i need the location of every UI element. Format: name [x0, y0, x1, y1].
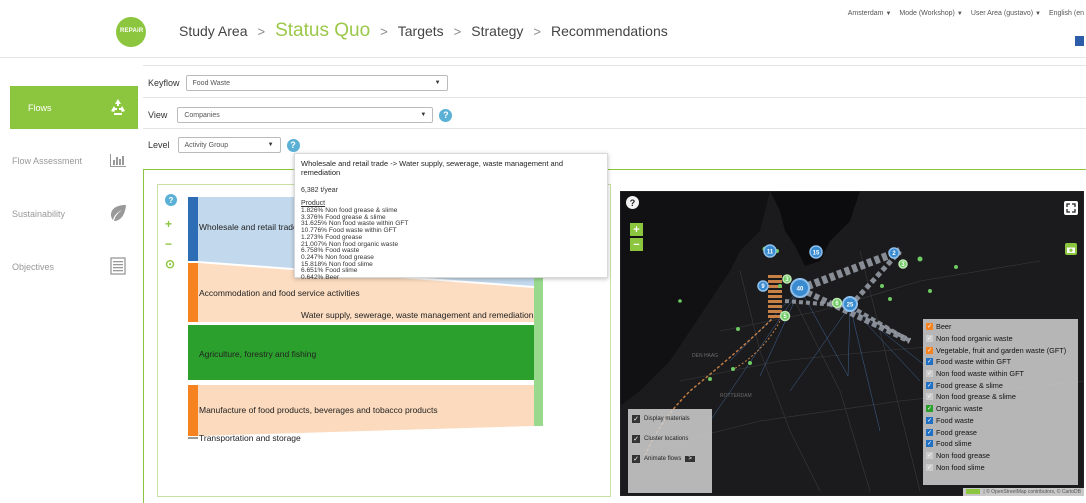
checkbox-checked-icon[interactable]: ✓ [926, 335, 933, 343]
checkbox-checked-icon[interactable]: ✓ [926, 428, 933, 436]
checkbox-checked-icon[interactable]: ✓ [632, 435, 640, 443]
legend-label: Food grease & slime [936, 380, 1003, 390]
legend-label: Food grease [936, 427, 977, 437]
legend-item[interactable]: ✓ Food waste [926, 415, 1075, 427]
flow-map[interactable]: 40 25 11 15 2 6 5 9 3 3 DEN HAAG ROTTERD… [620, 191, 1084, 496]
checkbox-checked-icon[interactable]: ✓ [926, 346, 933, 354]
legend-item[interactable]: ✓ Food slime [926, 438, 1075, 450]
legend-item[interactable]: ✓ Non food slime [926, 461, 1075, 473]
map-zoom-in-button[interactable]: + [630, 223, 643, 236]
sankey-node[interactable] [188, 385, 198, 436]
camera-icon[interactable] [1065, 243, 1077, 255]
attribution-text[interactable]: | © OpenStreetMap contributors, © CartoD… [983, 489, 1081, 495]
option-label: Animate flows [644, 456, 682, 462]
legend-label: Food slime [936, 439, 972, 449]
sankey-node[interactable] [188, 197, 198, 261]
sankey-node-label: Wholesale and retail trade [199, 222, 298, 232]
legend-item[interactable]: ✓ Vegetable, fruit and garden waste (GFT) [926, 344, 1075, 356]
checkbox-checked-icon[interactable]: ✓ [926, 381, 933, 389]
legend-label: Non food organic waste [936, 334, 1013, 344]
checkbox-checked-icon[interactable]: ✓ [926, 370, 933, 378]
checkbox-checked-icon[interactable]: ✓ [926, 405, 933, 413]
legend-label: Vegetable, fruit and garden waste (GFT) [936, 345, 1067, 355]
map-options-panel: ✓ Display materials ✓ Cluster locations … [628, 409, 712, 493]
legend-item[interactable]: ✓ Non food grease & slime [926, 391, 1075, 403]
sankey-node[interactable] [188, 437, 198, 439]
checkbox-checked-icon[interactable]: ✓ [926, 416, 933, 424]
map-help-icon[interactable]: ? [626, 196, 639, 209]
cluster-label: 11 [767, 250, 774, 256]
map-zoom-out-button[interactable]: − [630, 238, 643, 251]
place-label: DEN HAAG [692, 353, 718, 359]
checkbox-checked-icon[interactable]: ✓ [926, 358, 933, 366]
option-label: Cluster locations [644, 436, 689, 442]
legend-label: Non food grease [936, 450, 990, 460]
sankey-target-label: Water supply, sewerage, waste management… [301, 310, 534, 320]
legend-item[interactable]: ✓ Non food organic waste [926, 333, 1075, 345]
animate-flows-option[interactable]: ✓ Animate flows > [632, 455, 708, 463]
checkbox-checked-icon[interactable]: ✓ [926, 463, 933, 471]
sankey-node[interactable] [188, 263, 198, 322]
legend-label: Non food grease & slime [936, 392, 1016, 402]
checkbox-checked-icon[interactable]: ✓ [632, 455, 640, 463]
place-label: ROTTERDAM [720, 393, 752, 399]
orange-flow-bars [768, 275, 782, 318]
legend-label: Food waste within GFT [936, 357, 1012, 367]
legend-item[interactable]: ✓ Non food waste within GFT [926, 368, 1075, 380]
sankey-node-label: Manufacture of food products, beverages … [199, 405, 438, 415]
cluster-label: 40 [797, 287, 804, 293]
sankey-node-label: Accommodation and food service activitie… [199, 288, 360, 298]
fullscreen-icon[interactable] [1064, 201, 1078, 215]
map-attribution: | © OpenStreetMap contributors, © CartoD… [963, 488, 1084, 496]
material-legend: ✓ Beer ✓ Non food organic waste ✓ Vegetable… [923, 319, 1078, 485]
sankey-node-label: Transportation and storage [199, 433, 301, 443]
cluster-label: 25 [847, 303, 854, 309]
display-materials-option[interactable]: ✓ Display materials [632, 415, 708, 423]
checkbox-checked-icon[interactable]: ✓ [926, 323, 933, 331]
checkbox-checked-icon[interactable]: ✓ [926, 393, 933, 401]
legend-item[interactable]: ✓ Food grease [926, 426, 1075, 438]
checkbox-checked-icon[interactable]: ✓ [632, 415, 640, 423]
legend-item[interactable]: ✓ Beer [926, 321, 1075, 333]
legend-label: Food waste [936, 415, 974, 425]
tooltip-line: 6.651% Food slime [301, 267, 358, 275]
legend-item[interactable]: ✓ Food waste within GFT [926, 356, 1075, 368]
tooltip-amount: 6,382 t/year [301, 187, 338, 194]
checkbox-checked-icon[interactable]: ✓ [926, 440, 933, 448]
legend-label: Non food slime [936, 462, 985, 472]
legend-item[interactable]: ✓ Non food grease [926, 450, 1075, 462]
animate-play-button[interactable]: > [685, 456, 695, 462]
legend-item[interactable]: ✓ Organic waste [926, 403, 1075, 415]
sankey-node[interactable] [188, 325, 198, 380]
legend-label: Non food waste within GFT [936, 369, 1025, 379]
legend-item[interactable]: ✓ Food grease & slime [926, 379, 1075, 391]
legend-label: Organic waste [936, 404, 983, 414]
legend-label: Beer [936, 322, 952, 332]
option-label: Display materials [644, 416, 690, 422]
flow-tooltip: Wholesale and retail trade -> Water supp… [294, 153, 608, 281]
attribution-tag[interactable] [966, 489, 981, 495]
checkbox-checked-icon[interactable]: ✓ [926, 451, 933, 459]
tooltip-line: 0.642% Beer [301, 274, 340, 282]
cluster-label: 15 [813, 251, 820, 257]
sankey-node-label: Agriculture, forestry and fishing [199, 349, 317, 359]
cluster-locations-option[interactable]: ✓ Cluster locations [632, 435, 708, 443]
tooltip-title: Wholesale and retail trade -> Water supp… [301, 159, 564, 177]
